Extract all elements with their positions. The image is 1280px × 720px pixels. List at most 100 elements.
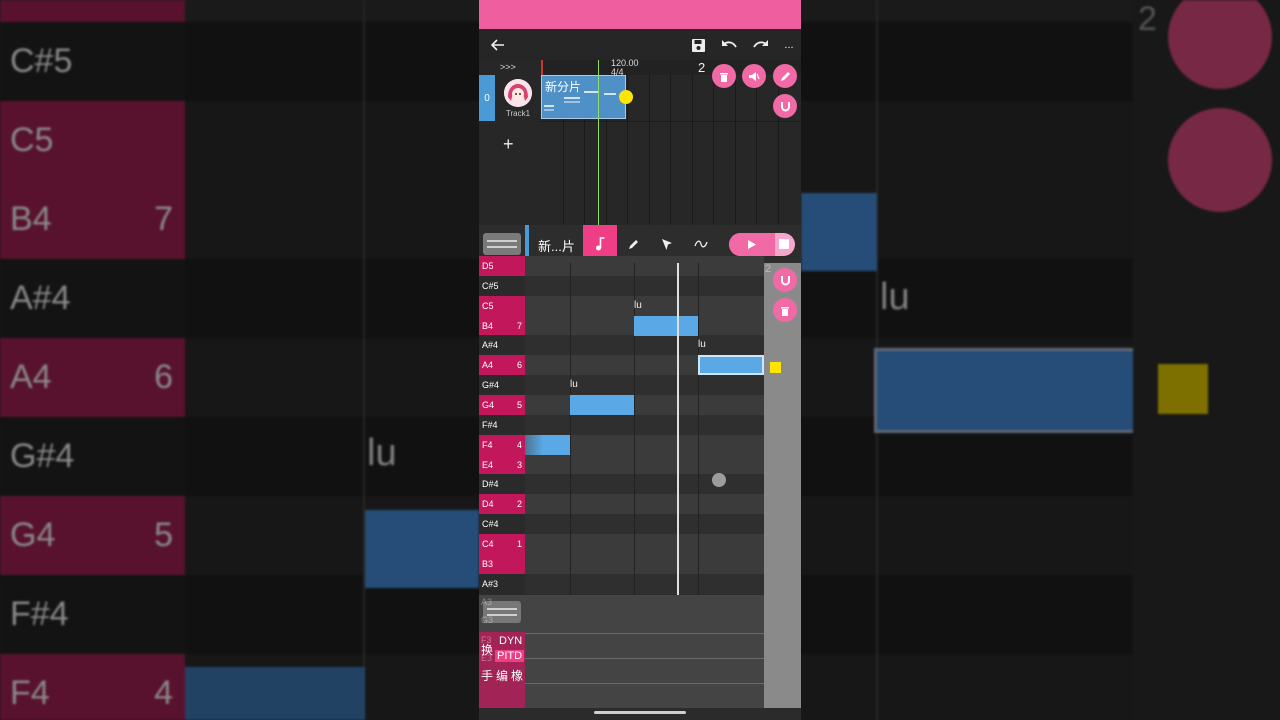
home-indicator[interactable] bbox=[594, 711, 686, 714]
bg-piano-key-label: A#4 bbox=[10, 279, 71, 317]
bg-piano-key-label: A4 bbox=[10, 358, 52, 396]
drag-handle-icon[interactable] bbox=[483, 233, 521, 255]
grid-row[interactable] bbox=[525, 454, 764, 475]
piano-key[interactable]: C5 bbox=[479, 295, 525, 316]
singer-avatar[interactable] bbox=[504, 79, 532, 107]
grid-row[interactable] bbox=[525, 375, 764, 396]
bg-piano-key: A4 6 bbox=[0, 338, 185, 417]
bg-piano-key-digit: 6 bbox=[154, 358, 173, 396]
piano-key[interactable]: A#3 bbox=[479, 573, 525, 594]
dyn-param-button[interactable]: DYN bbox=[499, 635, 522, 647]
transport-control bbox=[729, 233, 795, 256]
piano-key-digit: 7 bbox=[516, 320, 522, 331]
piano-key-label: C5 bbox=[482, 300, 494, 311]
piano-key[interactable]: F#4 bbox=[479, 414, 525, 435]
grid-row[interactable] bbox=[525, 494, 764, 515]
play-icon[interactable] bbox=[729, 233, 775, 256]
edit-pencil-icon[interactable] bbox=[773, 64, 797, 88]
piano-key[interactable]: C4 1 bbox=[479, 533, 525, 554]
grid-row[interactable] bbox=[525, 533, 764, 554]
note-block-selected[interactable] bbox=[698, 355, 764, 376]
piano-key[interactable]: G4 5 bbox=[479, 394, 525, 415]
piano-key[interactable]: C#5 bbox=[479, 275, 525, 296]
mute-track-icon[interactable] bbox=[742, 64, 766, 88]
editor-pattern-name: 新...片 bbox=[538, 239, 575, 254]
grid-row[interactable] bbox=[525, 256, 764, 276]
measure-marker: 2 bbox=[765, 263, 772, 275]
grid-row[interactable] bbox=[525, 474, 764, 495]
eraser-tool-button[interactable]: 橡 bbox=[511, 667, 523, 684]
more-button[interactable]: ... bbox=[778, 35, 800, 55]
grid-row[interactable] bbox=[525, 514, 764, 535]
bg-piano-key-digit: 5 bbox=[154, 516, 173, 554]
bg-piano-key-digit: 4 bbox=[154, 674, 173, 712]
piano-key[interactable]: A#4 bbox=[479, 335, 525, 356]
piano-key[interactable]: B3 bbox=[479, 553, 525, 574]
back-icon[interactable] bbox=[487, 35, 509, 55]
bg-piano-key-label: F4 bbox=[10, 674, 50, 712]
undo-icon[interactable] bbox=[718, 35, 740, 55]
redo-icon[interactable] bbox=[749, 35, 771, 55]
save-icon[interactable] bbox=[687, 35, 709, 55]
piano-key-label: F4 bbox=[482, 439, 493, 450]
grid-row[interactable] bbox=[525, 414, 764, 435]
piano-key[interactable]: B4 7 bbox=[479, 315, 525, 336]
add-track-button[interactable]: + bbox=[503, 134, 514, 155]
note-grid[interactable]: lu lu lu bbox=[525, 256, 764, 708]
stop-icon[interactable] bbox=[779, 239, 789, 249]
pattern-preview bbox=[544, 91, 616, 111]
bg-lyric: lu bbox=[880, 276, 910, 318]
grid-row[interactable] bbox=[525, 553, 764, 574]
bg-note bbox=[365, 510, 479, 588]
edit-tool-button[interactable]: 编 bbox=[496, 667, 508, 684]
piano-key-label: G4 bbox=[482, 399, 495, 410]
piano-key[interactable]: F4 4 bbox=[479, 434, 525, 455]
piano-key-label: D5 bbox=[482, 261, 494, 271]
curve-key-label: G3 bbox=[481, 615, 494, 625]
piano-key-digit: 6 bbox=[516, 360, 522, 371]
piano-key-digit: 1 bbox=[516, 538, 522, 549]
piano-key[interactable]: A4 6 bbox=[479, 355, 525, 376]
note-lyric: lu bbox=[570, 378, 578, 390]
piano-key-digit: 4 bbox=[516, 439, 522, 450]
note-block[interactable] bbox=[634, 315, 698, 336]
bg-piano-key bbox=[0, 0, 185, 22]
track-name: Track1 bbox=[505, 109, 531, 118]
bg-piano-key: F4 4 bbox=[0, 654, 185, 720]
grid-row[interactable] bbox=[525, 295, 764, 316]
pattern-block[interactable]: 新分片 bbox=[541, 75, 626, 119]
hand-tool-button[interactable]: 手 bbox=[481, 667, 493, 684]
piano-key[interactable]: C#4 bbox=[479, 514, 525, 535]
piano-key-label: B3 bbox=[482, 558, 494, 569]
bg-piano-key-label: C5 bbox=[10, 121, 54, 159]
piano-key-digit: 3 bbox=[516, 459, 522, 470]
pattern-resize-handle[interactable] bbox=[619, 90, 633, 104]
delete-pattern-icon[interactable] bbox=[712, 64, 736, 88]
snap-magnet-icon[interactable] bbox=[773, 268, 797, 292]
bg-piano-key-label: F#4 bbox=[10, 595, 69, 633]
piano-key[interactable]: D5 bbox=[479, 256, 525, 276]
note-block[interactable] bbox=[525, 434, 570, 455]
note-lyric: lu bbox=[634, 299, 642, 311]
note-block[interactable] bbox=[570, 394, 634, 415]
bg-piano-key: C5 bbox=[0, 101, 185, 180]
note-resize-handle[interactable] bbox=[770, 362, 781, 373]
piano-key[interactable]: G#4 bbox=[479, 375, 525, 396]
grid-row[interactable] bbox=[525, 275, 764, 296]
playhead[interactable] bbox=[598, 60, 599, 225]
grid-row[interactable] bbox=[525, 573, 764, 594]
scroll-column[interactable]: 2 bbox=[764, 263, 801, 708]
piano-key[interactable]: E4 3 bbox=[479, 454, 525, 475]
bg-selection-handle bbox=[1158, 364, 1208, 414]
delete-note-icon[interactable] bbox=[773, 298, 797, 322]
magnet-icon[interactable] bbox=[773, 94, 797, 118]
grid-row[interactable] bbox=[525, 394, 764, 415]
pitd-param-button[interactable]: PITD bbox=[495, 650, 525, 662]
piano-key[interactable]: D4 2 bbox=[479, 494, 525, 515]
expand-button[interactable]: >>> bbox=[500, 62, 516, 72]
switch-mode-button[interactable]: 换 bbox=[481, 641, 493, 658]
piano-key[interactable]: D#4 bbox=[479, 474, 525, 495]
grid-row[interactable] bbox=[525, 335, 764, 356]
piano-key-label: B4 bbox=[482, 320, 494, 331]
bg-piano-key: F#4 bbox=[0, 575, 185, 654]
